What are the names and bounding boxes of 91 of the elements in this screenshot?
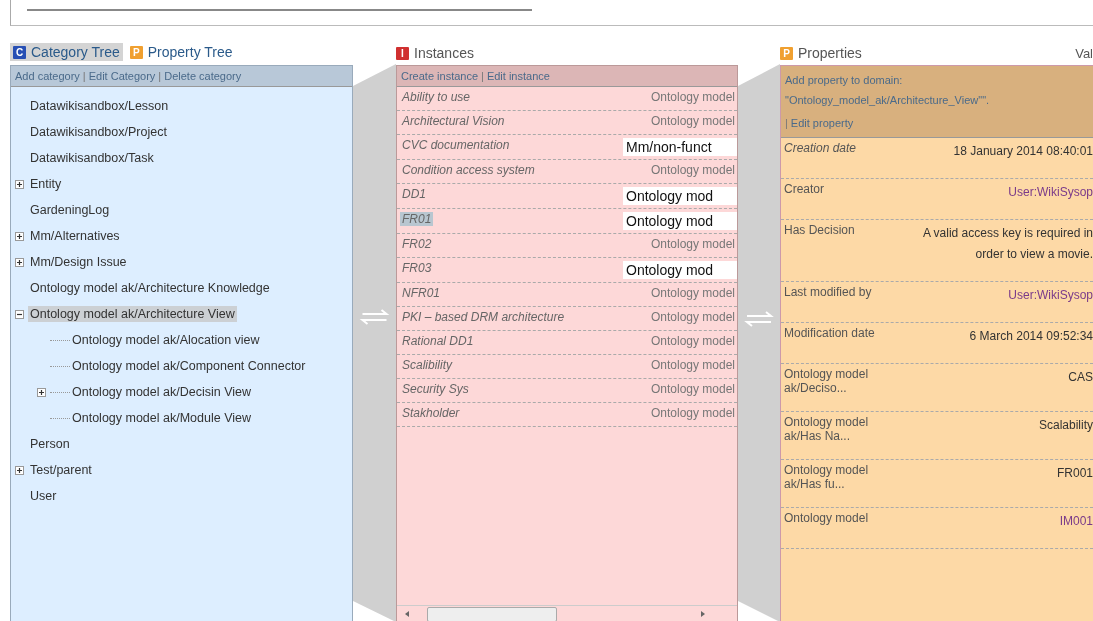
- instance-value: Ontology model: [650, 114, 736, 128]
- instance-name[interactable]: Rational DD1: [400, 334, 476, 348]
- tree-item[interactable]: Ontology model ak/Alocation view: [70, 332, 262, 348]
- separator: |: [158, 70, 162, 82]
- tree-item[interactable]: Mm/Design Issue: [28, 254, 129, 270]
- expand-icon[interactable]: [15, 231, 24, 241]
- instance-badge-icon: I: [396, 46, 409, 60]
- tree-line: [50, 365, 70, 367]
- tree-item[interactable]: Datawikisandbox/Task: [28, 150, 156, 166]
- instance-value: Ontology model: [650, 406, 736, 420]
- value-field[interactable]: Ontology mod: [623, 261, 737, 279]
- expand-icon[interactable]: [15, 179, 24, 189]
- panel-title: Instances: [414, 45, 474, 61]
- instance-value: Ontology model: [650, 163, 736, 177]
- property-value: 18 January 2014 08:40:01: [952, 143, 1093, 160]
- tree-item[interactable]: Datawikisandbox/Project: [28, 124, 169, 140]
- action-link[interactable]: Edit Category: [88, 70, 156, 82]
- tree-item[interactable]: Ontology model ak/Architecture Knowledge: [28, 280, 272, 296]
- property-value-link[interactable]: IM001: [910, 511, 1093, 532]
- property-name: Modification date: [784, 326, 876, 342]
- property-value-link[interactable]: User:WikiSysop: [910, 285, 1093, 306]
- instance-value: Ontology model: [650, 382, 736, 396]
- instance-name[interactable]: NFR01: [400, 286, 442, 300]
- tree-item[interactable]: Ontology model ak/Module View: [70, 410, 254, 426]
- tree-item[interactable]: Person: [28, 436, 72, 452]
- property-value: FR001: [1055, 465, 1093, 482]
- tree-item[interactable]: GardeningLog: [28, 202, 112, 218]
- separator: |: [785, 116, 788, 131]
- expand-icon[interactable]: [37, 387, 46, 397]
- action-link[interactable]: Add category: [15, 70, 80, 82]
- tree-item[interactable]: Datawikisandbox/Lesson: [28, 98, 171, 114]
- tree-item[interactable]: Mm/Alternatives: [28, 228, 122, 244]
- property-badge-icon: P: [780, 46, 793, 60]
- tree-line: [50, 417, 70, 419]
- action-link[interactable]: Edit instance: [486, 70, 550, 82]
- instance-name[interactable]: Condition access system: [400, 163, 537, 177]
- instance-value: Ontology model: [650, 286, 736, 300]
- property-name: Last modified by: [784, 285, 873, 301]
- instance-value: Ontology model: [650, 237, 736, 251]
- property-name: Ontology model ak/Has Na...: [784, 415, 870, 443]
- tree-item[interactable]: Test/parent: [28, 462, 94, 478]
- property-value: A valid access key is required in order to view a movie.: [921, 225, 1093, 263]
- tree-item[interactable]: Entity: [28, 176, 64, 192]
- tree-tab[interactable]: P Property Tree: [126, 43, 236, 61]
- value-field[interactable]: Ontology mod: [623, 187, 737, 205]
- instance-name[interactable]: Scalibility: [400, 358, 454, 372]
- instance-value: Ontology model: [650, 358, 736, 372]
- instance-name[interactable]: Security Sys: [400, 382, 471, 396]
- tree-line: [50, 339, 70, 341]
- column-header: Val: [1075, 46, 1093, 61]
- instance-name[interactable]: FR01: [400, 212, 434, 226]
- instance-value: Ontology model: [650, 334, 736, 348]
- instance-value: Ontology model: [650, 310, 736, 324]
- action-link[interactable]: Delete category: [164, 70, 242, 82]
- instance-name[interactable]: Stakholder: [400, 406, 462, 420]
- instance-name[interactable]: CVC documentation: [400, 138, 512, 152]
- instance-name[interactable]: FR02: [400, 237, 434, 251]
- collapse-icon[interactable]: [15, 309, 24, 319]
- property-name: Creation date: [784, 141, 858, 157]
- instance-value: Ontology model: [650, 90, 736, 104]
- property-name: Ontology model ak/Has fu...: [784, 463, 870, 491]
- property-name: Ontology model: [784, 511, 870, 527]
- tree-tab[interactable]: C Category Tree: [10, 43, 123, 61]
- instance-name[interactable]: FR03: [400, 261, 434, 275]
- expand-icon[interactable]: [15, 257, 24, 267]
- instance-name[interactable]: DD1: [400, 187, 428, 201]
- separator: |: [481, 70, 484, 82]
- property-name: Ontology model ak/Deciso...: [784, 367, 870, 395]
- property-value: 6 March 2014 09:52:34: [968, 328, 1093, 345]
- expand-icon[interactable]: [15, 465, 24, 475]
- value-field[interactable]: Ontology mod: [623, 212, 737, 230]
- property-name: Has Decision: [784, 223, 856, 239]
- property-value: CAS: [1067, 369, 1093, 386]
- panel-title: Properties: [798, 45, 862, 61]
- property-value: Scalability: [1037, 417, 1093, 434]
- input-field[interactable]: [27, 6, 532, 11]
- action-link[interactable]: Create instance: [401, 70, 479, 82]
- instance-name[interactable]: Architectural Vision: [400, 114, 507, 128]
- separator: |: [82, 70, 86, 82]
- tree-item[interactable]: Ontology model ak/Component Connector: [70, 358, 308, 374]
- instance-name[interactable]: Ability to use: [400, 90, 473, 104]
- action-link[interactable]: Edit property: [790, 113, 854, 133]
- tree-item[interactable]: User: [28, 488, 59, 504]
- property-value-link[interactable]: User:WikiSysop: [910, 182, 1093, 203]
- tree-item[interactable]: Ontology model ak/Architecture View: [28, 306, 237, 322]
- value-field[interactable]: Mm/non-funct: [623, 138, 737, 156]
- tree-item[interactable]: Ontology model ak/Decisin View: [70, 384, 254, 400]
- instance-name[interactable]: PKI – based DRM architecture: [400, 310, 567, 324]
- horizontal-scrollbar[interactable]: [397, 605, 737, 621]
- tree-line: [50, 391, 70, 393]
- property-name: Creator: [784, 182, 825, 198]
